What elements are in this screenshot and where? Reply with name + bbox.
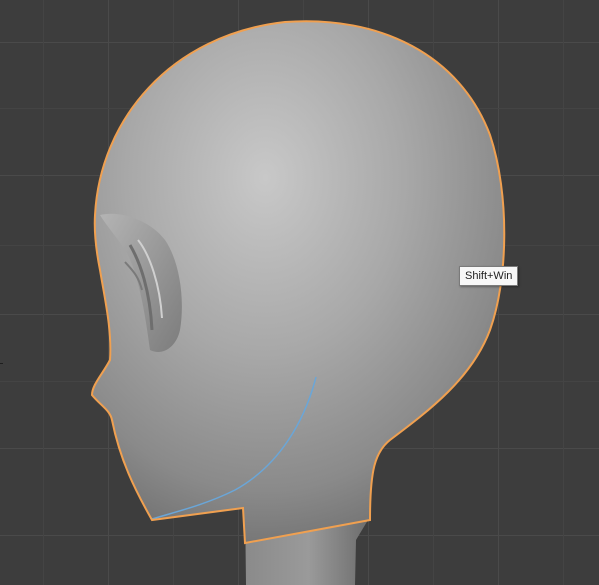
3d-viewport[interactable]: Shift+Win [0,0,599,585]
viewport-canvas[interactable] [0,0,599,585]
shortcut-tooltip: Shift+Win [459,266,519,286]
